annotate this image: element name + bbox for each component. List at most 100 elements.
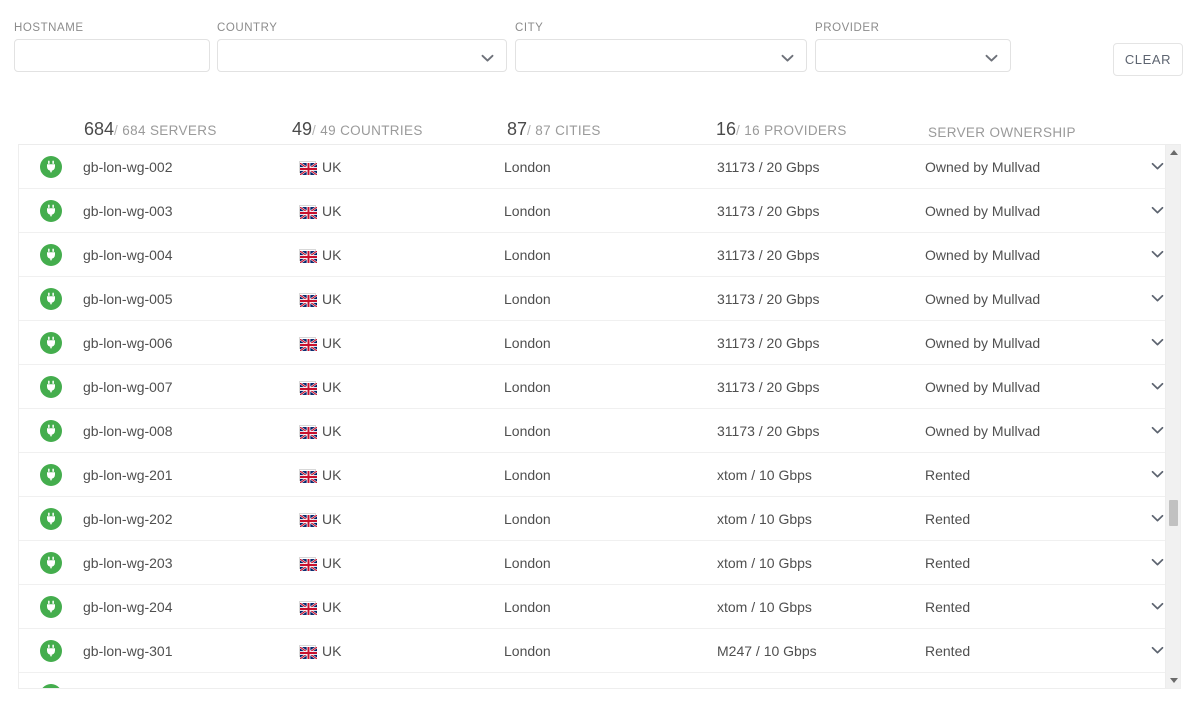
table-row[interactable]: gb-lon-wg-008 UK London 31173 / 20 Gbps … — [19, 409, 1180, 453]
table-body: gb-lon-wg-002 UK London 31173 / 20 Gbps … — [19, 145, 1180, 688]
cell-provider: xtom / 10 Gbps — [717, 554, 812, 571]
cell-status — [19, 243, 83, 266]
plug-online-icon — [40, 419, 62, 442]
cell-ownership: Rented — [925, 598, 971, 615]
plug-online-icon — [40, 507, 62, 530]
cell-country: UK — [299, 599, 504, 616]
stat-cities-sep: / — [527, 123, 532, 138]
server-table: gb-lon-wg-002 UK London 31173 / 20 Gbps … — [18, 144, 1181, 689]
uk-flag-icon — [299, 248, 318, 264]
table-row[interactable]: gb-lon-wg-006 UK London 31173 / 20 Gbps … — [19, 321, 1180, 365]
chevron-down-icon — [1151, 646, 1163, 654]
stat-countries-total: 49 COUNTRIES — [320, 123, 423, 138]
cell-hostname: gb-lon-wg-301 — [83, 642, 173, 659]
cell-provider: 31173 / 20 Gbps — [717, 422, 820, 439]
clear-button[interactable]: CLEAR — [1113, 43, 1183, 76]
cell-provider: M247 / 10 Gbps — [717, 642, 817, 659]
city-select[interactable] — [515, 39, 807, 72]
cell-provider: xtom / 10 Gbps — [717, 510, 812, 527]
cell-city: London — [504, 642, 551, 659]
cell-city: London — [504, 334, 551, 351]
chevron-down-icon — [1151, 514, 1163, 522]
table-row[interactable]: gb-lon-wg-002 UK London 31173 / 20 Gbps … — [19, 145, 1180, 189]
scroll-up-arrow-icon[interactable] — [1166, 145, 1180, 160]
cell-status — [19, 199, 83, 222]
cell-provider: 31173 / 20 Gbps — [717, 202, 820, 219]
table-row[interactable]: gb-lon-wg-204 UK London xtom / 10 Gbps R… — [19, 585, 1180, 629]
cell-status — [19, 419, 83, 442]
table-row[interactable]: gb-lon-wg-203 UK London xtom / 10 Gbps R… — [19, 541, 1180, 585]
chevron-down-icon — [1151, 162, 1163, 170]
vertical-scrollbar[interactable] — [1165, 145, 1180, 688]
cell-country: UK — [299, 290, 504, 308]
cell-provider: xtom / 10 Gbps — [717, 466, 812, 483]
country-select[interactable] — [217, 39, 507, 72]
cell-country: UK — [299, 642, 504, 660]
table-row[interactable]: gb-lon-wg-007 UK London 31173 / 20 Gbps … — [19, 365, 1180, 409]
country-label: COUNTRY — [217, 22, 278, 34]
cell-country: UK — [299, 467, 504, 484]
cell-ownership: Owned by Mullvad — [925, 422, 1041, 439]
stat-countries: 49/ 49 COUNTRIES — [292, 119, 423, 140]
uk-flag-icon — [299, 336, 318, 352]
stat-providers-sep: / — [736, 123, 741, 138]
uk-flag-icon — [299, 380, 318, 396]
cell-country-label: UK — [322, 202, 342, 219]
cell-provider: xtom / 10 Gbps — [717, 598, 812, 615]
chevron-down-icon — [1151, 206, 1163, 214]
cell-ownership: Rented — [925, 642, 971, 659]
cell-provider: 31173 / 20 Gbps — [717, 246, 820, 263]
cell-country-label: UK — [322, 246, 342, 263]
cell-ownership: Rented — [925, 466, 971, 483]
table-row[interactable]: gb-lon-wg-201 UK London xtom / 10 Gbps R… — [19, 453, 1180, 497]
stat-providers: 16/ 16 PROVIDERS — [716, 119, 847, 140]
plug-online-icon — [40, 375, 62, 398]
table-row[interactable]: gb-lon-wg-202 UK London xtom / 10 Gbps R… — [19, 497, 1180, 541]
filter-provider: PROVIDER — [815, 22, 1011, 72]
stats-row: 684/ 684 SERVERS 49/ 49 COUNTRIES 87/ 87… — [0, 104, 1199, 140]
table-row[interactable]: gb-lon-wg-003 UK London 31173 / 20 Gbps … — [19, 189, 1180, 233]
chevron-down-icon — [1151, 250, 1163, 258]
provider-select[interactable] — [815, 39, 1011, 72]
cell-hostname: gb-lon-wg-204 — [83, 598, 173, 615]
search-input[interactable] — [14, 39, 210, 72]
cell-status — [19, 463, 83, 486]
cell-city: London — [504, 598, 551, 615]
cell-status — [19, 507, 83, 530]
stat-cities-count: 87 — [507, 119, 528, 139]
table-row[interactable]: gb-lon-wg-301 UK London M247 / 10 Gbps R… — [19, 629, 1180, 673]
cell-status — [19, 684, 83, 688]
scroll-down-arrow-icon[interactable] — [1166, 673, 1180, 688]
cell-ownership: Owned by Mullvad — [925, 246, 1041, 263]
cell-provider: 31173 / 20 Gbps — [717, 334, 820, 351]
cell-country: UK — [299, 422, 504, 440]
table-row[interactable]: gb-lon-wg-005 UK London 31173 / 20 Gbps … — [19, 277, 1180, 321]
cell-country-label: UK — [322, 642, 342, 659]
cell-status — [19, 639, 83, 662]
hostname-label: HOSTNAME — [14, 22, 84, 34]
table-row[interactable] — [19, 673, 1180, 688]
filter-hostname: HOSTNAME — [14, 22, 210, 72]
table-row[interactable]: gb-lon-wg-004 UK London 31173 / 20 Gbps … — [19, 233, 1180, 277]
chevron-down-icon — [1151, 426, 1163, 434]
provider-label: PROVIDER — [815, 22, 880, 34]
cell-ownership: Rented — [925, 554, 971, 571]
stat-servers-total: 684 SERVERS — [122, 123, 217, 138]
cell-country-label: UK — [322, 510, 342, 527]
plug-online-icon — [40, 243, 62, 266]
cell-status — [19, 331, 83, 354]
cell-country-label: UK — [322, 290, 342, 307]
cell-status — [19, 375, 83, 398]
cell-hostname: gb-lon-wg-005 — [83, 290, 173, 307]
cell-status — [19, 155, 83, 178]
cell-country-label: UK — [322, 422, 342, 439]
plug-online-icon — [40, 595, 62, 618]
scrollbar-thumb[interactable] — [1169, 500, 1178, 526]
uk-flag-icon — [299, 556, 318, 572]
stat-servers: 684/ 684 SERVERS — [84, 119, 217, 140]
plug-online-icon — [40, 684, 62, 688]
cell-city: London — [504, 422, 551, 439]
chevron-down-icon — [1151, 602, 1163, 610]
cell-country-label: UK — [322, 378, 342, 395]
stat-countries-sep: / — [312, 123, 317, 138]
